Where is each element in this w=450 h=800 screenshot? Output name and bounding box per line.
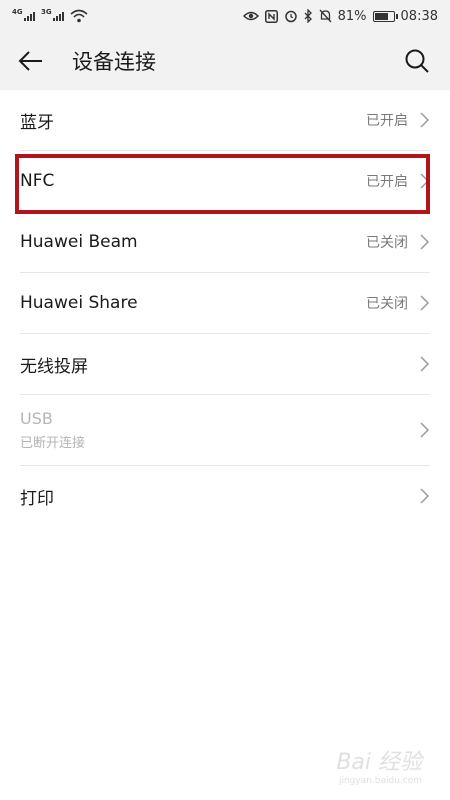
setting-bluetooth[interactable]: 蓝牙 已开启	[20, 90, 430, 151]
cellular-signal-icon: 3G	[41, 8, 64, 21]
watermark-url: jingyan.baidu.com	[338, 776, 422, 786]
cellular-signal-icon: 4G	[12, 8, 35, 21]
nfc-highlight-box	[15, 154, 430, 214]
silent-bell-icon	[319, 9, 332, 23]
clock: 08:38	[400, 8, 438, 24]
chevron-right-icon	[420, 112, 430, 128]
setting-label: 打印	[20, 488, 54, 509]
setting-label: Huawei Beam	[20, 232, 138, 252]
status-right: 81% 08:38	[242, 8, 438, 24]
chevron-right-icon	[420, 356, 430, 372]
setting-huawei-beam[interactable]: Huawei Beam 已关闭	[20, 212, 430, 273]
status-bar: 4G 3G 81% 08:38	[0, 0, 450, 32]
setting-label: 无线投屏	[20, 356, 88, 377]
watermark-logo: Bai 经验 jingyan.baidu.com	[336, 744, 422, 786]
alarm-icon	[284, 10, 297, 23]
battery-percent: 81%	[337, 8, 367, 24]
eye-comfort-icon	[242, 11, 259, 21]
battery-icon	[372, 10, 398, 22]
watermark-text: Bai 经验	[336, 750, 422, 775]
nfc-icon	[264, 9, 278, 23]
search-icon[interactable]	[404, 48, 430, 74]
page-title: 设备连接	[72, 50, 156, 74]
setting-label: USB	[20, 409, 53, 428]
chevron-right-icon	[420, 422, 430, 438]
chevron-right-icon	[420, 234, 430, 250]
setting-huawei-share[interactable]: Huawei Share 已关闭	[20, 273, 430, 334]
setting-print[interactable]: 打印	[20, 466, 430, 526]
setting-usb[interactable]: USB 已断开连接	[20, 395, 430, 466]
battery-level-fill	[374, 12, 389, 20]
chevron-right-icon	[420, 295, 430, 311]
bluetooth-icon	[304, 9, 312, 23]
status-left: 4G 3G	[12, 8, 88, 23]
setting-label: Huawei Share	[20, 293, 138, 313]
setting-sublabel: 已断开连接	[20, 436, 86, 451]
chevron-right-icon	[420, 488, 430, 504]
setting-status: 已关闭	[366, 296, 408, 312]
arrow-left-icon[interactable]	[18, 50, 44, 72]
setting-status: 已开启	[366, 113, 408, 129]
setting-status: 已关闭	[366, 235, 408, 251]
setting-wireless-projection[interactable]: 无线投屏	[20, 334, 430, 395]
setting-label: 蓝牙	[20, 112, 54, 133]
wifi-icon	[70, 9, 88, 23]
app-bar: 设备连接	[0, 32, 450, 90]
network-type-label: 4G	[12, 7, 23, 16]
network-type-label: 3G	[41, 7, 52, 16]
